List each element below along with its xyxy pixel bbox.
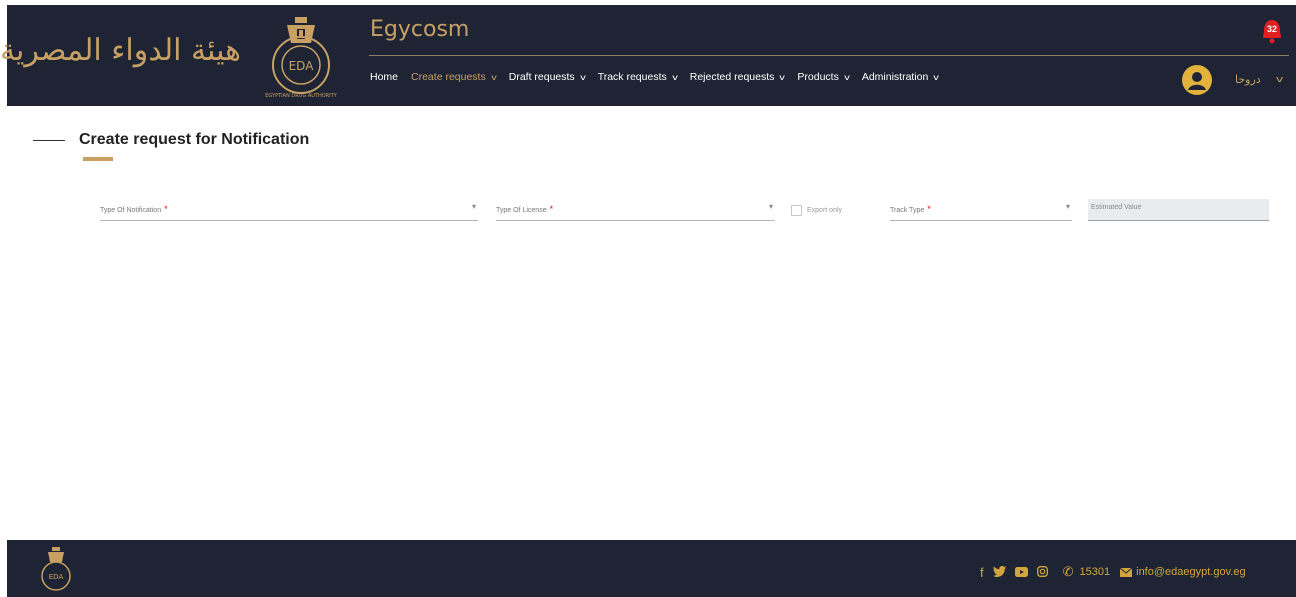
track-type-label: Track Type <box>890 207 925 214</box>
header-divider <box>369 55 1289 56</box>
svg-text:EDA: EDA <box>289 59 315 73</box>
user-avatar-icon[interactable] <box>1182 65 1212 95</box>
type-of-notification-label: Type Of Notification <box>100 207 162 214</box>
facebook-icon[interactable]: f <box>980 565 984 580</box>
title-decoration-line <box>33 140 65 141</box>
footer: EDA f ✆ 15301 info@edaegypt.gov.eg <box>7 540 1296 597</box>
chevron-down-icon: v <box>844 72 850 82</box>
mail-icon <box>1120 567 1133 577</box>
checkbox-box[interactable] <box>791 205 802 216</box>
chevron-down-icon: v <box>579 72 586 82</box>
title-underline <box>83 157 113 161</box>
nav-products[interactable]: Products v <box>797 71 850 83</box>
type-of-notification-select[interactable]: Type Of Notification * ▾ <box>100 198 478 221</box>
email-contact[interactable]: info@edaegypt.gov.eg <box>1120 566 1246 578</box>
chevron-down-icon: v <box>490 72 497 82</box>
dropdown-arrow-icon: ▾ <box>1065 202 1070 211</box>
estimated-value-placeholder: Estimated Value <box>1091 204 1142 211</box>
type-of-license-select[interactable]: Type Of License * ▾ <box>496 198 775 221</box>
top-header: هيئة الدواء المصرية EDA EGYPTIAN DRUG AU… <box>0 5 1296 106</box>
app-title: Egycosm <box>370 17 470 42</box>
dropdown-arrow-icon: ▾ <box>471 202 476 211</box>
chevron-down-icon: v <box>1275 74 1284 85</box>
nav-rejected-requests[interactable]: Rejected requests v <box>690 71 785 83</box>
chevron-down-icon: v <box>779 72 786 82</box>
export-only-checkbox[interactable]: Export only <box>791 205 842 216</box>
nav-home[interactable]: Home <box>370 71 398 83</box>
phone-icon: ✆ <box>1062 564 1074 579</box>
eda-footer-logo[interactable]: EDA <box>33 545 79 593</box>
svg-text:EGYPTIAN DRUG AUTHORITY: EGYPTIAN DRUG AUTHORITY <box>265 93 337 99</box>
twitter-icon[interactable] <box>992 565 1006 580</box>
email-address: info@edaegypt.gov.eg <box>1136 566 1246 578</box>
nav-draft-requests[interactable]: Draft requests v <box>509 71 586 83</box>
nav-create-requests[interactable]: Create requests v <box>411 71 497 83</box>
dropdown-arrow-icon: ▾ <box>768 202 773 211</box>
page-title: Create request for Notification <box>79 131 310 148</box>
footer-contact: f ✆ 15301 info@edaegypt.gov.eg <box>980 564 1246 580</box>
nav-track-requests[interactable]: Track requests v <box>598 71 678 83</box>
eda-emblem-logo[interactable]: EDA EGYPTIAN DRUG AUTHORITY <box>257 13 345 103</box>
phone-number: 15301 <box>1079 566 1111 578</box>
export-only-label: Export only <box>807 207 843 214</box>
instagram-icon[interactable] <box>1036 565 1048 580</box>
type-of-license-label: Type Of License <box>496 207 547 214</box>
user-menu[interactable]: دروحا v <box>1235 73 1284 86</box>
notifications-button[interactable]: 32 <box>1260 18 1284 46</box>
chevron-down-icon: v <box>933 72 940 82</box>
nav-administration[interactable]: Administration v <box>862 71 939 83</box>
user-name: دروحا <box>1235 73 1261 86</box>
eda-arabic-logo[interactable]: هيئة الدواء المصرية <box>0 23 242 78</box>
svg-text:EDA: EDA <box>49 573 64 581</box>
youtube-icon[interactable] <box>1014 565 1028 580</box>
phone-contact[interactable]: ✆ 15301 <box>1063 564 1111 580</box>
track-type-select[interactable]: Track Type * ▾ <box>890 198 1072 221</box>
chevron-down-icon: v <box>671 72 678 82</box>
estimated-value-input[interactable]: Estimated Value <box>1088 199 1269 221</box>
main-nav: Home Create requests v Draft requests v Tr… <box>370 71 951 83</box>
notification-count-badge: 32 <box>1266 24 1277 34</box>
